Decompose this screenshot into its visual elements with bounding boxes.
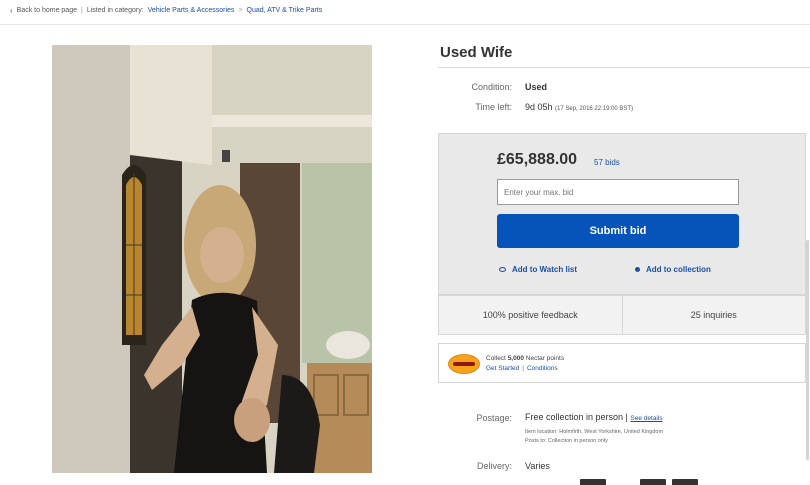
condition-value: Used [525, 82, 548, 92]
add-to-collection-link[interactable]: Add to collection [635, 265, 711, 274]
seller-stats: 100% positive feedback 25 inquiries [438, 295, 806, 335]
add-to-watch-list-link[interactable]: Add to Watch list [499, 265, 577, 274]
postage-value: Free collection in person | See details [525, 412, 663, 422]
item-photo[interactable] [52, 45, 372, 473]
submit-bid-button[interactable]: Submit bid [497, 214, 739, 248]
nectar-points-banner: Collect 5,000 Nectar points Get Started … [438, 343, 806, 383]
nectar-logo [448, 354, 480, 374]
nectar-links: Get Started | Conditions [486, 365, 558, 372]
eye-icon [499, 267, 506, 272]
delivery-label: Delivery: [476, 461, 512, 471]
payment-logo [672, 479, 698, 485]
title-divider [438, 67, 810, 68]
breadcrumb: ‹ Back to home page | Listed in category… [10, 6, 322, 15]
time-left-duration: 9d 05h [525, 102, 553, 112]
header-divider [0, 24, 810, 25]
dot-icon [635, 267, 640, 272]
breadcrumb-divider: | [81, 7, 83, 14]
nectar-link-divider: | [522, 365, 524, 372]
postage-label: Postage: [476, 413, 512, 423]
payment-logo [580, 479, 606, 485]
inquiries-count: 25 inquiries [621, 296, 806, 334]
breadcrumb-vehicle-parts[interactable]: Vehicle Parts & Accessories [148, 7, 235, 14]
nectar-conditions-link[interactable]: Conditions [527, 365, 558, 372]
time-left-value: 9d 05h (17 Sep, 2016 22:19:00 BST) [525, 102, 633, 112]
max-bid-input[interactable] [497, 179, 739, 205]
postage-method: Free collection in person | [525, 412, 628, 422]
see-details-link[interactable]: See details [630, 415, 662, 422]
condition-label: Condition: [471, 82, 512, 92]
current-price: £65,888.00 [497, 151, 578, 168]
positive-feedback: 100% positive feedback [482, 310, 578, 320]
time-left-end-date: (17 Sep, 2016 22:19:00 BST) [555, 106, 634, 112]
nectar-collect-prefix: Collect [486, 355, 506, 362]
bid-panel: £65,888.00 57 bids Submit bid Add to Wat… [438, 133, 806, 295]
breadcrumb-quad-atv-parts[interactable]: Quad, ATV & Trike Parts [247, 7, 323, 14]
page-scrollbar[interactable] [806, 240, 809, 460]
nectar-collect-suffix: Nectar points [525, 355, 565, 362]
bids-count-link[interactable]: 57 bids [594, 158, 620, 167]
nectar-get-started-link[interactable]: Get Started [486, 365, 519, 372]
collection-label: Add to collection [646, 265, 711, 274]
listed-in-category-label: Listed in category: [86, 7, 144, 14]
delivery-value: Varies [525, 461, 550, 471]
chevron-left-icon[interactable]: ‹ [10, 6, 13, 15]
nectar-collect-text: Collect 5,000 Nectar points [486, 355, 564, 362]
time-left-label: Time left: [475, 102, 512, 112]
breadcrumb-separator: > [238, 7, 243, 14]
item-location: Item location: Holmfirth, West Yorkshire… [525, 429, 664, 435]
item-title: Used Wife [440, 44, 513, 61]
posts-to: Posts to: Collection in person only [525, 438, 608, 444]
nectar-points-amount: 5,000 [507, 355, 524, 362]
watch-list-label: Add to Watch list [512, 265, 578, 274]
payment-logo [640, 479, 666, 485]
back-to-home-link[interactable]: Back to home page [17, 7, 77, 14]
